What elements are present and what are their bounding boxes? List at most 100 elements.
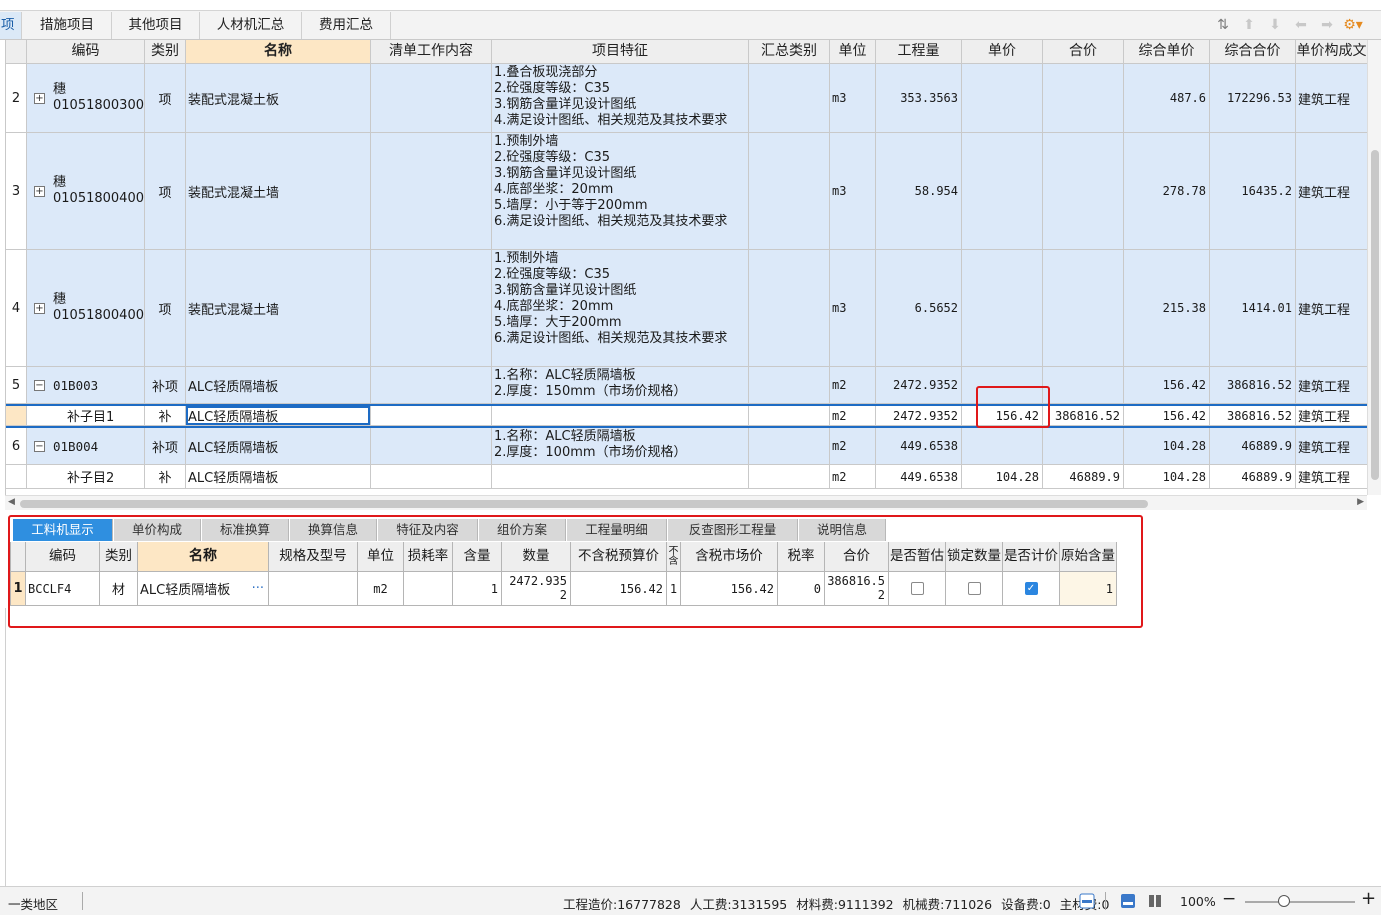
row-features[interactable]: 1.叠合板现浇部分 2.砼强度等级：C35 3.钢筋含量详见设计图纸 4.满足设… (492, 64, 749, 133)
row-qty[interactable]: 353.3563 (876, 64, 962, 133)
tab-price-structure[interactable]: 单价构成 (114, 519, 201, 541)
zoom-in-icon[interactable]: + (1361, 888, 1376, 909)
row-work[interactable] (371, 367, 492, 404)
single-view-icon[interactable] (1119, 892, 1137, 910)
settings-icon[interactable]: ⚙▾ (1343, 15, 1363, 35)
expand-icon[interactable]: + (34, 185, 45, 197)
move-right-icon[interactable]: ➡ (1317, 15, 1337, 35)
row-summary[interactable] (749, 406, 830, 426)
lheader-market-price[interactable]: 含税市场价 (681, 542, 778, 572)
priced-checkbox[interactable]: ✓ (1024, 582, 1038, 595)
zoom-slider-handle[interactable] (1278, 895, 1290, 907)
header-type[interactable]: 类别 (145, 40, 186, 64)
split-view-icon[interactable] (1146, 892, 1164, 910)
row-name[interactable]: ALC轻质隔墙板 (186, 428, 371, 465)
resource-code[interactable]: BCCLF4 (26, 572, 100, 606)
table-row[interactable]: 2 + 穗 010518003002 项 装配式混凝土板 1.叠合板现浇部分 2.… (6, 64, 1367, 133)
table-row[interactable]: 4 + 穗 010518004002 项 装配式混凝土墙 1.预制外墙 2.砼强度… (6, 250, 1367, 367)
row-features[interactable]: 1.名称：ALC轻质隔墙板 2.厚度：100mm（市场价规格） (492, 428, 749, 465)
row-summary[interactable] (749, 428, 830, 465)
header-qty[interactable]: 工程量 (876, 40, 962, 64)
region-label[interactable]: 一类地区 (8, 894, 58, 913)
row-features[interactable]: 1.名称：ALC轻质隔墙板 2.厚度：150mm（市场价规格） (492, 367, 749, 404)
tab-pricing-plan[interactable]: 组价方案 (479, 519, 566, 541)
row-name[interactable]: 装配式混凝土墙 (186, 133, 371, 250)
lheader-provisional[interactable]: 是否暂估 (889, 542, 946, 572)
row-work[interactable] (371, 428, 492, 465)
sort-icon[interactable]: ⇅ (1213, 15, 1233, 35)
lheader-type[interactable]: 类别 (100, 542, 138, 572)
row-features[interactable] (492, 406, 749, 426)
zoom-slider[interactable] (1245, 901, 1355, 903)
row-code[interactable]: 补子目1 (27, 406, 145, 426)
row-qty[interactable]: 449.6538 (876, 465, 962, 489)
table-row[interactable]: 5 − 01B003 补项 ALC轻质隔墙板 1.名称：ALC轻质隔墙板 2.厚… (6, 367, 1367, 404)
resource-unit[interactable]: m2 (358, 572, 404, 606)
scroll-right-icon[interactable]: ▶ (1357, 497, 1364, 507)
row-name[interactable]: 装配式混凝土板 (186, 64, 371, 133)
row-name[interactable]: ALC轻质隔墙板 (186, 465, 371, 489)
tab-fenbu[interactable]: 项 (0, 12, 22, 39)
row-struct[interactable]: 建筑工程 (1296, 133, 1367, 250)
lheader-locked[interactable]: 锁定数量 (946, 542, 1003, 572)
lheader-qty[interactable]: 数量 (502, 542, 571, 572)
resource-pretax-price[interactable]: 156.42 (571, 572, 667, 606)
row-features[interactable]: 1.预制外墙 2.砼强度等级：C35 3.钢筋含量详见设计图纸 4.底部坐浆：2… (492, 133, 749, 250)
collapse-icon[interactable]: − (34, 440, 45, 452)
lheader-priced[interactable]: 是否计价 (1003, 542, 1060, 572)
tab-features-content[interactable]: 特征及内容 (378, 519, 478, 541)
lheader-name[interactable]: 名称 (138, 542, 269, 572)
lheader-loss[interactable]: 损耗率 (404, 542, 453, 572)
horizontal-scrollbar[interactable]: ◀ ▶ (5, 495, 1367, 510)
resource-loss[interactable] (404, 572, 453, 606)
expand-icon[interactable]: + (34, 92, 45, 104)
lheader-pretax-price[interactable]: 不含税预算价 (571, 542, 667, 572)
row-code[interactable]: 补子目2 (27, 465, 145, 489)
row-price[interactable] (962, 133, 1043, 250)
row-struct[interactable]: 建筑工程 (1296, 64, 1367, 133)
row-struct[interactable]: 建筑工程 (1296, 250, 1367, 367)
row-price[interactable] (962, 250, 1043, 367)
row-summary[interactable] (749, 250, 830, 367)
scroll-thumb[interactable] (20, 500, 1148, 508)
table-row[interactable]: 6 − 01B004 补项 ALC轻质隔墙板 1.名称：ALC轻质隔墙板 2.厚… (6, 428, 1367, 465)
resource-row[interactable]: 1 BCCLF4 材 ALC轻质隔墙板 ··· m2 1 2472.9352 1… (11, 572, 1373, 606)
row-price[interactable]: 104.28 (962, 465, 1043, 489)
row-struct[interactable]: 建筑工程 (1296, 367, 1367, 404)
provisional-checkbox[interactable] (910, 582, 924, 595)
table-row[interactable]: 3 + 穗 010518004001 项 装配式混凝土墙 1.预制外墙 2.砼强度… (6, 133, 1367, 250)
tab-measures[interactable]: 措施项目 (23, 12, 112, 39)
resource-spec[interactable] (269, 572, 358, 606)
row-unit[interactable]: m2 (830, 465, 876, 489)
row-unit[interactable]: m2 (830, 406, 876, 426)
row-price[interactable] (962, 367, 1043, 404)
row-unit[interactable]: m2 (830, 367, 876, 404)
header-unit[interactable]: 单位 (830, 40, 876, 64)
move-top-icon[interactable]: ⬆ (1239, 15, 1259, 35)
row-work[interactable] (371, 465, 492, 489)
row-code[interactable]: + 穗 010518004002 (27, 250, 145, 367)
row-code[interactable]: + 穗 010518004001 (27, 133, 145, 250)
resource-content[interactable]: 1 (453, 572, 502, 606)
lheader-tax[interactable]: 税率 (778, 542, 825, 572)
row-qty[interactable]: 2472.9352 (876, 367, 962, 404)
resource-orig-content[interactable]: 1 (1060, 572, 1117, 606)
header-total[interactable]: 合价 (1043, 40, 1124, 64)
row-code[interactable]: + 穗 010518003002 (27, 64, 145, 133)
header-code[interactable]: 编码 (27, 40, 145, 64)
row-code[interactable]: − 01B003 (27, 367, 145, 404)
vertical-scrollbar[interactable] (1367, 40, 1381, 495)
header-comp-total[interactable]: 综合合价 (1210, 40, 1296, 64)
row-name[interactable]: ALC轻质隔墙板 (186, 367, 371, 404)
header-features[interactable]: 项目特征 (492, 40, 749, 64)
tab-other-items[interactable]: 其他项目 (112, 12, 200, 39)
row-qty[interactable]: 6.5652 (876, 250, 962, 367)
resource-locked[interactable] (946, 572, 1003, 606)
row-work[interactable] (371, 250, 492, 367)
header-comp-price[interactable]: 综合单价 (1124, 40, 1210, 64)
scroll-left-icon[interactable]: ◀ (8, 497, 15, 507)
header-work[interactable]: 清单工作内容 (371, 40, 492, 64)
move-left-icon[interactable]: ⬅ (1291, 15, 1311, 35)
row-features[interactable] (492, 465, 749, 489)
tab-conversion-info[interactable]: 换算信息 (290, 519, 377, 541)
